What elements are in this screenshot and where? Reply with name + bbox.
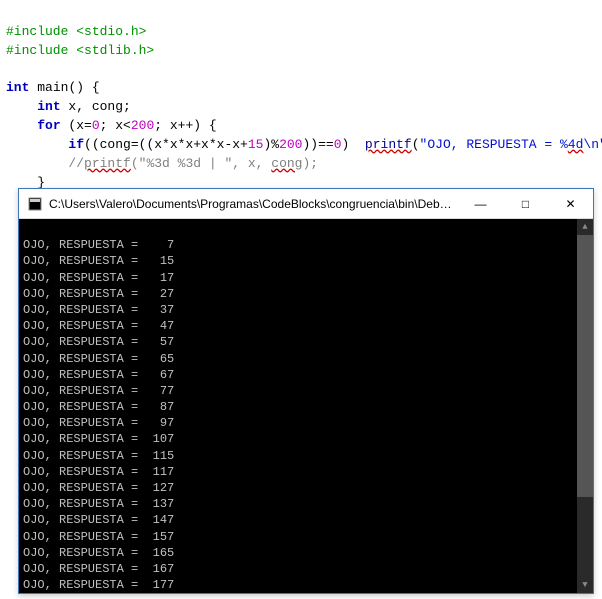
output-line: OJO, RESPUESTA = 177	[23, 578, 174, 592]
minimize-button[interactable]: —	[458, 189, 503, 218]
output-line: OJO, RESPUESTA = 65	[23, 352, 174, 366]
output-line: OJO, RESPUESTA = 165	[23, 546, 174, 560]
comment: //printf("%3d %3d | ", x, cong);	[68, 156, 318, 171]
keyword-for: for	[37, 118, 60, 133]
func-printf: printf	[365, 137, 412, 152]
output-line: OJO, RESPUESTA = 57	[23, 335, 174, 349]
app-icon	[27, 196, 43, 212]
output-line: OJO, RESPUESTA = 67	[23, 368, 174, 382]
console-output[interactable]: OJO, RESPUESTA = 7 OJO, RESPUESTA = 15 O…	[19, 219, 593, 593]
include-directive: #include <stdlib.h>	[6, 43, 154, 58]
titlebar[interactable]: C:\Users\Valero\Documents\Programas\Code…	[19, 189, 593, 219]
string-literal: "OJO, RESPUESTA = %4d\n"	[420, 137, 602, 152]
window-title: C:\Users\Valero\Documents\Programas\Code…	[49, 197, 458, 211]
output-line: OJO, RESPUESTA = 157	[23, 530, 174, 544]
output-line: OJO, RESPUESTA = 137	[23, 497, 174, 511]
maximize-button[interactable]: □	[503, 189, 548, 218]
keyword-int: int	[37, 99, 60, 114]
output-line: OJO, RESPUESTA = 27	[23, 287, 174, 301]
window-controls: — □ ✕	[458, 189, 593, 218]
keyword-int: int	[6, 80, 29, 95]
scrollbar[interactable]: ▲ ▼	[577, 219, 593, 593]
scroll-up-icon[interactable]: ▲	[577, 219, 593, 235]
include-directive: #include <stdio.h>	[6, 24, 146, 39]
code-editor[interactable]: #include <stdio.h> #include <stdlib.h> i…	[0, 0, 602, 215]
scroll-down-icon[interactable]: ▼	[577, 577, 593, 593]
output-line: OJO, RESPUESTA = 167	[23, 562, 174, 576]
close-button[interactable]: ✕	[548, 189, 593, 218]
output-line: OJO, RESPUESTA = 15	[23, 254, 174, 268]
keyword-if: if	[68, 137, 84, 152]
output-line: OJO, RESPUESTA = 37	[23, 303, 174, 317]
output-line: OJO, RESPUESTA = 17	[23, 271, 174, 285]
output-line: OJO, RESPUESTA = 107	[23, 432, 174, 446]
output-line: OJO, RESPUESTA = 47	[23, 319, 174, 333]
output-line: OJO, RESPUESTA = 7	[23, 238, 174, 252]
output-line: OJO, RESPUESTA = 97	[23, 416, 174, 430]
output-line: OJO, RESPUESTA = 115	[23, 449, 174, 463]
output-line: OJO, RESPUESTA = 147	[23, 513, 174, 527]
output-line: OJO, RESPUESTA = 127	[23, 481, 174, 495]
scroll-thumb[interactable]	[577, 235, 593, 497]
output-line: OJO, RESPUESTA = 77	[23, 384, 174, 398]
output-line: OJO, RESPUESTA = 87	[23, 400, 174, 414]
console-window: C:\Users\Valero\Documents\Programas\Code…	[18, 188, 594, 594]
func-main: main	[37, 80, 68, 95]
output-line: OJO, RESPUESTA = 117	[23, 465, 174, 479]
